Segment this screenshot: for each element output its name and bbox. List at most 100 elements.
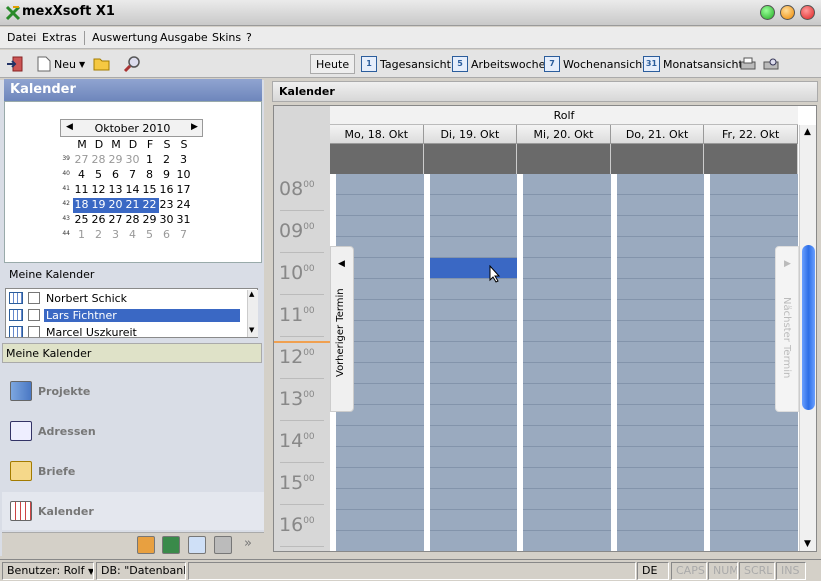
day-header[interactable]: Fr, 22. Okt <box>704 125 798 144</box>
new-button[interactable]: Neu ▼ <box>34 53 88 75</box>
day-cell[interactable]: 1 <box>141 153 158 166</box>
day-column[interactable] <box>523 174 611 551</box>
workweek-view-button[interactable]: 5 Arbeitswoche <box>452 54 545 74</box>
search-button[interactable] <box>120 53 144 75</box>
day-cell[interactable]: 17 <box>175 183 192 196</box>
previous-appointment-button[interactable]: ◀ Vorheriger Termin <box>330 246 354 412</box>
day-cell[interactable]: 18 <box>73 198 90 211</box>
minimize-button[interactable] <box>760 5 775 20</box>
day-cell[interactable]: 7 <box>124 168 141 181</box>
day-column[interactable] <box>429 174 518 551</box>
day-cell[interactable]: 29 <box>141 213 158 226</box>
all-day-area[interactable] <box>704 144 798 174</box>
day-cell[interactable]: 14 <box>124 183 141 196</box>
day-cell[interactable]: 24 <box>175 198 192 211</box>
scroll-down-icon[interactable]: ▼ <box>804 539 811 549</box>
day-cell[interactable]: 2 <box>90 228 107 241</box>
day-cell[interactable]: 26 <box>90 213 107 226</box>
nav-projekte[interactable]: Projekte <box>2 372 264 410</box>
day-header[interactable]: Mo, 18. Okt <box>330 125 424 144</box>
menu-datei[interactable]: Datei <box>7 31 36 44</box>
exit-button[interactable] <box>3 53 27 75</box>
day-cell[interactable]: 2 <box>158 153 175 166</box>
home-icon[interactable] <box>137 536 155 554</box>
maximize-button[interactable] <box>780 5 795 20</box>
day-cell[interactable]: 4 <box>124 228 141 241</box>
day-cell[interactable]: 28 <box>124 213 141 226</box>
calendar-scrollbar[interactable]: ▲ ▼ <box>799 125 816 551</box>
day-cell[interactable]: 5 <box>141 228 158 241</box>
day-cell[interactable]: 30 <box>158 213 175 226</box>
day-cell[interactable]: 4 <box>73 168 90 181</box>
scroll-down-icon[interactable]: ▼ <box>249 326 254 334</box>
day-cell[interactable]: 5 <box>90 168 107 181</box>
printer-icon[interactable] <box>214 536 232 554</box>
day-cell[interactable]: 25 <box>73 213 90 226</box>
menu-extras[interactable]: Extras <box>42 31 77 44</box>
day-cell[interactable]: 16 <box>158 183 175 196</box>
scroll-up-icon[interactable]: ▲ <box>804 127 811 137</box>
day-cell[interactable]: 21 <box>124 198 141 211</box>
scroll-up-icon[interactable]: ▲ <box>249 290 254 298</box>
day-cell[interactable]: 19 <box>90 198 107 211</box>
day-cell[interactable]: 3 <box>107 228 124 241</box>
nav-more-icon[interactable]: » <box>244 536 252 551</box>
all-day-area[interactable] <box>423 144 518 174</box>
books-icon[interactable] <box>162 536 180 554</box>
day-cell[interactable]: 22 <box>141 198 158 211</box>
day-cell[interactable]: 31 <box>175 213 192 226</box>
calendar-checkbox[interactable] <box>28 326 40 337</box>
calendar-list-scrollbar[interactable]: ▲ ▼ <box>247 290 258 337</box>
panel-splitter[interactable] <box>264 80 270 556</box>
menu-skins[interactable]: Skins <box>212 31 241 44</box>
calendar-list-item[interactable]: Norbert Schick <box>6 290 242 307</box>
menu-help[interactable]: ? <box>246 31 252 44</box>
all-day-area[interactable] <box>610 144 705 174</box>
all-day-area[interactable] <box>517 144 611 174</box>
nav-kalender[interactable]: Kalender <box>2 492 264 530</box>
next-appointment-button[interactable]: ▶ Nächster Termin <box>775 246 799 412</box>
contacts-icon[interactable] <box>188 536 206 554</box>
day-cell[interactable]: 3 <box>175 153 192 166</box>
day-header[interactable]: Mi, 20. Okt <box>517 125 611 144</box>
day-cell[interactable]: 15 <box>141 183 158 196</box>
next-month-icon[interactable]: ▶ <box>191 122 198 132</box>
today-button[interactable]: Heute <box>310 54 356 74</box>
day-cell[interactable]: 9 <box>158 168 175 181</box>
selected-time-slot[interactable] <box>430 258 517 278</box>
print-preview-button[interactable] <box>762 54 780 74</box>
day-cell[interactable]: 27 <box>107 213 124 226</box>
day-header[interactable]: Do, 21. Okt <box>610 125 705 144</box>
day-view-button[interactable]: 1 Tagesansicht <box>361 54 451 74</box>
day-cell[interactable]: 28 <box>90 153 107 166</box>
calendar-list-item[interactable]: Marcel Uszkureit <box>6 324 242 337</box>
day-cell[interactable]: 11 <box>73 183 90 196</box>
nav-adressen[interactable]: Adressen <box>2 412 264 450</box>
day-column[interactable] <box>616 174 705 551</box>
calendar-checkbox[interactable] <box>28 309 40 321</box>
day-cell[interactable]: 8 <box>141 168 158 181</box>
day-cell[interactable]: 6 <box>107 168 124 181</box>
print-button[interactable] <box>739 54 757 74</box>
day-header[interactable]: Di, 19. Okt <box>423 125 518 144</box>
day-cell[interactable]: 7 <box>175 228 192 241</box>
scrollbar-thumb[interactable] <box>802 245 815 410</box>
menu-ausgabe[interactable]: Ausgabe <box>160 31 208 44</box>
nav-briefe[interactable]: Briefe <box>2 452 264 490</box>
my-calendars-tab[interactable]: Meine Kalender <box>2 343 262 363</box>
day-cell[interactable]: 20 <box>107 198 124 211</box>
week-view-button[interactable]: 7 Wochenansicht <box>544 54 647 74</box>
month-view-button[interactable]: 31 Monatsansicht <box>643 54 743 74</box>
day-cell[interactable]: 1 <box>73 228 90 241</box>
open-button[interactable] <box>90 53 114 75</box>
day-cell[interactable]: 12 <box>90 183 107 196</box>
day-cell[interactable]: 10 <box>175 168 192 181</box>
day-cell[interactable]: 30 <box>124 153 141 166</box>
day-cell[interactable]: 23 <box>158 198 175 211</box>
close-button[interactable] <box>800 5 815 20</box>
day-cell[interactable]: 29 <box>107 153 124 166</box>
all-day-area[interactable] <box>330 144 424 174</box>
day-cell[interactable]: 13 <box>107 183 124 196</box>
menu-auswertung[interactable]: Auswertung <box>92 31 158 44</box>
calendar-checkbox[interactable] <box>28 292 40 304</box>
